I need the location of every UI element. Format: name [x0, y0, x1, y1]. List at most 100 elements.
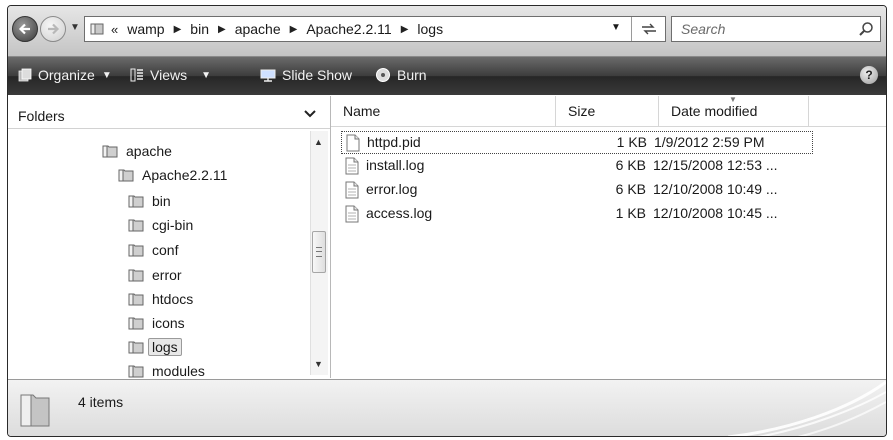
- folder-icon: [18, 389, 52, 432]
- document-icon: [344, 205, 360, 226]
- tree-item-apache2-2-11[interactable]: Apache2.2.11: [118, 164, 227, 186]
- tree-label: icons: [152, 315, 185, 331]
- forward-arrow-icon: [48, 23, 60, 35]
- chevron-down-icon: ▼: [101, 69, 112, 81]
- folders-header[interactable]: Folders: [8, 96, 330, 129]
- views-icon: [130, 68, 144, 82]
- file-name: install.log: [366, 157, 425, 173]
- column-header-size[interactable]: Size: [556, 96, 659, 126]
- back-button[interactable]: [12, 16, 38, 42]
- back-arrow-icon: [18, 23, 30, 35]
- slideshow-label: Slide Show: [282, 67, 353, 83]
- tree-label: cgi-bin: [152, 217, 194, 233]
- column-header-date-modified[interactable]: ▼ Date modified: [659, 95, 809, 126]
- organize-button[interactable]: Organize ▼: [18, 67, 112, 83]
- file-date: 12/10/2008 10:45 ...: [653, 205, 778, 221]
- tree-label: bin: [152, 193, 171, 209]
- tree-label: apache: [126, 143, 172, 159]
- views-button[interactable]: Views ▼: [130, 67, 211, 83]
- document-icon: [344, 181, 360, 202]
- address-dropdown[interactable]: ▼: [611, 22, 621, 33]
- refresh-button[interactable]: [631, 17, 666, 41]
- document-icon: [344, 157, 360, 178]
- breadcrumb-apache[interactable]: apache: [235, 21, 281, 37]
- tree-label: Apache2.2.11: [142, 167, 228, 183]
- tree-item-logs[interactable]: logs: [128, 336, 182, 358]
- burn-label: Burn: [397, 67, 427, 83]
- breadcrumb-bin[interactable]: bin: [190, 21, 209, 37]
- folders-title: Folders: [18, 108, 65, 124]
- column-headers: Name Size ▼ Date modified: [331, 95, 886, 127]
- scroll-down-icon[interactable]: ▼: [314, 359, 323, 369]
- file-size: 6 KB: [615, 181, 646, 197]
- file-name: httpd.pid: [367, 134, 421, 150]
- recent-pages-dropdown[interactable]: ▼: [70, 22, 80, 33]
- folder-icon: [118, 167, 134, 183]
- breadcrumb-wamp[interactable]: wamp: [127, 21, 164, 37]
- search-box: [671, 16, 881, 42]
- tree-item-icons[interactable]: icons: [128, 312, 185, 334]
- sort-indicator-icon: ▼: [729, 95, 737, 104]
- folders-scrollbar[interactable]: ▲ ▼: [310, 131, 328, 375]
- explorer-window: ▼ « wamp ▶ bin ▶ apache ▶ Apache2.2.11 ▶…: [7, 5, 887, 437]
- scroll-thumb[interactable]: [312, 231, 326, 273]
- tree-item-error[interactable]: error: [128, 264, 182, 286]
- chevron-right-icon[interactable]: ▶: [401, 24, 409, 35]
- document-icon: [345, 134, 361, 155]
- file-row[interactable]: access.log 1 KB 12/10/2008 10:45 ...: [341, 203, 813, 226]
- file-name: error.log: [366, 181, 418, 197]
- column-header-label: Date modified: [671, 103, 758, 119]
- file-size: 1 KB: [616, 134, 647, 150]
- file-row[interactable]: httpd.pid 1 KB 1/9/2012 2:59 PM: [341, 131, 813, 154]
- file-size: 6 KB: [615, 157, 646, 173]
- search-icon[interactable]: [858, 21, 874, 40]
- organize-icon: [18, 68, 32, 82]
- file-row[interactable]: error.log 6 KB 12/10/2008 10:49 ...: [341, 179, 813, 202]
- slideshow-icon: [260, 68, 276, 82]
- tree-item-conf[interactable]: conf: [128, 239, 178, 261]
- address-bar[interactable]: « wamp ▶ bin ▶ apache ▶ Apache2.2.11 ▶ l…: [84, 16, 666, 42]
- help-icon[interactable]: ?: [860, 66, 878, 84]
- details-pane: 4 items: [8, 379, 886, 436]
- burn-button[interactable]: Burn: [375, 67, 427, 83]
- breadcrumb-overflow[interactable]: «: [111, 22, 118, 37]
- file-list-pane: Name Size ▼ Date modified httpd.pid 1 KB…: [331, 95, 886, 378]
- chevron-down-icon[interactable]: [304, 106, 316, 122]
- file-name: access.log: [366, 205, 433, 221]
- organize-label: Organize: [38, 67, 95, 83]
- breadcrumb-logs[interactable]: logs: [417, 21, 443, 37]
- folder-icon: [128, 217, 144, 233]
- slideshow-button[interactable]: Slide Show: [260, 67, 352, 83]
- burn-disc-icon: [375, 67, 391, 83]
- search-input[interactable]: [672, 17, 851, 41]
- file-size: 1 KB: [615, 205, 646, 221]
- item-count: 4 items: [78, 394, 124, 410]
- chevron-right-icon[interactable]: ▶: [174, 24, 182, 35]
- file-row[interactable]: install.log 6 KB 12/15/2008 12:53 ...: [341, 155, 813, 178]
- forward-button[interactable]: [40, 16, 66, 42]
- file-date: 12/10/2008 10:49 ...: [653, 181, 778, 197]
- refresh-icon: [642, 23, 656, 35]
- folder-icon: [128, 242, 144, 258]
- tree-label: error: [152, 267, 182, 283]
- chevron-right-icon[interactable]: ▶: [218, 24, 226, 35]
- scroll-up-icon[interactable]: ▲: [314, 137, 323, 147]
- folder-icon: [90, 22, 104, 39]
- chevron-right-icon[interactable]: ▶: [290, 24, 298, 35]
- folder-icon: [102, 143, 118, 159]
- views-label: Views: [150, 67, 188, 83]
- command-toolbar: Organize ▼ Views ▼ Slide Show Burn ?: [8, 57, 886, 95]
- tree-item-cgi-bin[interactable]: cgi-bin: [128, 214, 193, 236]
- column-header-name[interactable]: Name: [331, 96, 556, 126]
- folder-icon: [128, 267, 144, 283]
- tree-item-apache[interactable]: apache: [102, 140, 172, 162]
- file-date: 1/9/2012 2:59 PM: [654, 134, 765, 150]
- column-header-label: Size: [568, 103, 596, 119]
- chevron-down-icon: ▼: [201, 69, 211, 81]
- breadcrumb-apache2-2-11[interactable]: Apache2.2.11: [306, 21, 391, 37]
- file-date: 12/15/2008 12:53 ...: [653, 157, 778, 173]
- decorative-swoosh: [728, 380, 886, 436]
- tree-item-bin[interactable]: bin: [128, 190, 171, 212]
- tree-item-htdocs[interactable]: htdocs: [128, 288, 193, 310]
- tree-label: conf: [152, 242, 179, 258]
